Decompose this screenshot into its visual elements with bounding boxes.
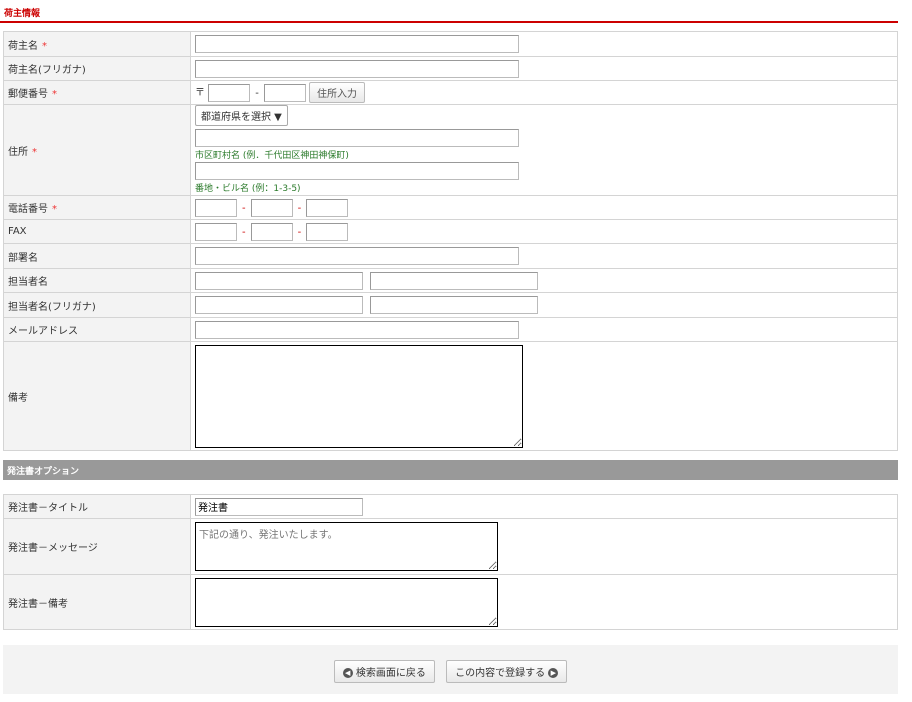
back-button[interactable]: ◀ 検索画面に戻る (333, 660, 435, 683)
address-lookup-button[interactable]: 住所入力 (308, 82, 365, 103)
po-options-header: 発注書オプション (3, 460, 898, 480)
postal-input-2[interactable] (263, 83, 306, 102)
label-po-title: 発注書－タイトル (3, 494, 191, 519)
label-shipper-kana: 荷主名(フリガナ) (3, 56, 191, 81)
city-hint: 市区町村名 (例．千代田区神田神保町) (195, 151, 349, 161)
city-input[interactable] (195, 129, 519, 147)
label-postal: 郵便番号 * (3, 80, 191, 105)
po-message-textarea[interactable] (195, 522, 498, 571)
label-contact-kana: 担当者名(フリガナ) (3, 292, 191, 318)
shipper-kana-input[interactable] (195, 59, 519, 78)
label-address: 住所 * (3, 104, 191, 196)
label-contact: 担当者名 (3, 268, 191, 293)
department-input[interactable] (195, 247, 519, 265)
divider (0, 21, 898, 23)
fax-input-1[interactable] (195, 222, 237, 241)
label-shipper-name: 荷主名 * (3, 31, 191, 57)
section-title: 荷主情報 (4, 9, 41, 19)
label-fax: FAX (3, 219, 191, 244)
email-input[interactable] (195, 320, 519, 339)
label-po-notes: 発注書－備考 (3, 574, 191, 630)
fax-input-3[interactable] (306, 222, 349, 241)
label-email: メールアドレス (3, 317, 191, 342)
shipper-form: 荷主名 * 荷主名(フリガナ) 郵便番号 * 〒 - 住所入力 住所 * 都道府県を選… (3, 31, 898, 451)
po-options-form: 発注書－タイトル 発注書－メッセージ 発注書－備考 (3, 494, 898, 630)
footer-actions: ◀ 検索画面に戻る この内容で登録する ▶ (3, 645, 898, 694)
contact-last-input[interactable] (195, 271, 363, 290)
postal-input-1[interactable] (208, 83, 251, 102)
shipper-name-input[interactable] (195, 35, 519, 53)
prefecture-select[interactable]: 都道府県を選択 ▼ (195, 105, 288, 126)
submit-button[interactable]: この内容で登録する ▶ (446, 660, 568, 683)
chevron-right-icon: ▶ (548, 668, 559, 678)
contact-first-input[interactable] (370, 271, 539, 290)
phone-input-3[interactable] (306, 198, 349, 217)
label-phone: 電話番号 * (3, 195, 191, 220)
phone-input-2[interactable] (250, 198, 293, 217)
po-title-input[interactable] (195, 497, 363, 516)
street-input[interactable] (195, 162, 519, 180)
contact-kana-last-input[interactable] (195, 296, 363, 314)
postal-mark: 〒 (195, 87, 205, 99)
label-notes: 備考 (3, 341, 191, 451)
phone-input-1[interactable] (195, 198, 237, 217)
notes-textarea[interactable] (195, 344, 523, 448)
chevron-left-icon: ◀ (342, 668, 353, 678)
contact-kana-first-input[interactable] (370, 296, 539, 314)
po-notes-textarea[interactable] (195, 577, 498, 627)
label-department: 部署名 (3, 243, 191, 269)
street-hint: 番地・ビル名 (例：1-3-5) (195, 184, 301, 194)
fax-input-2[interactable] (250, 222, 293, 241)
label-po-message: 発注書－メッセージ (3, 518, 191, 575)
